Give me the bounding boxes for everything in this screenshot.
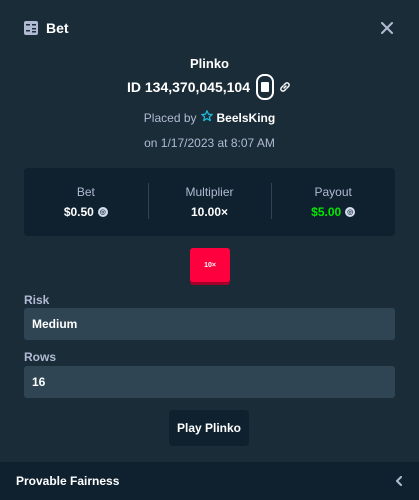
stat-multiplier-label: Multiplier [185, 185, 234, 199]
bet-id-row: ID 134,370,045,104 [0, 74, 419, 100]
risk-field: Medium [24, 308, 395, 340]
coin-icon: ◎ [345, 207, 356, 217]
result-multiplier-chip: 10× [190, 248, 230, 282]
coin-icon: ◎ [97, 207, 108, 217]
bet-slip-icon [24, 21, 38, 35]
game-name: Plinko [189, 56, 229, 71]
modal-header: Bet [0, 0, 419, 56]
bet-date: on 1/17/2023 at 8:07 AM [144, 136, 275, 150]
user-name-link[interactable]: BeelsKing [217, 111, 276, 125]
provable-fairness-label: Provable Fairness [16, 474, 120, 488]
stat-payout-value-group: $5.00 ◎ [271, 205, 395, 219]
stat-bet-value: $0.50 [63, 205, 94, 219]
stat-bet: Bet $0.50 ◎ [24, 185, 148, 219]
risk-label: Risk [24, 293, 50, 307]
stat-payout: Payout $5.00 ◎ [271, 183, 395, 219]
bet-id: ID 134,370,045,104 [127, 79, 250, 95]
stat-multiplier-value: 10.00× [190, 205, 229, 219]
chevron-left-icon[interactable] [395, 473, 403, 489]
rows-field: 16 [24, 366, 395, 398]
play-plinko-button[interactable]: Play Plinko [169, 410, 249, 446]
bet-stats-panel: Bet $0.50 ◎ Multiplier 10.00× Payout $5.… [24, 168, 395, 236]
stat-bet-value-group: $0.50 ◎ [24, 205, 148, 219]
stat-multiplier-value-group: 10.00× [148, 205, 272, 219]
stat-bet-label: Bet [76, 185, 95, 199]
placed-by-row: Placed by BeelsKing [0, 110, 419, 125]
link-icon[interactable] [278, 80, 292, 94]
modal-title: Bet [46, 20, 69, 36]
header-title-group: Bet [24, 20, 69, 36]
stat-multiplier: Multiplier 10.00× [147, 183, 272, 219]
rows-label: Rows [24, 350, 57, 364]
close-icon[interactable] [379, 20, 395, 36]
stat-payout-label: Payout [314, 185, 352, 199]
star-icon [200, 110, 213, 125]
stat-payout-value: $5.00 [311, 205, 342, 219]
placed-by-label: Placed by [143, 110, 197, 125]
copy-icon[interactable] [256, 74, 274, 100]
provable-fairness-bar[interactable]: Provable Fairness [0, 462, 419, 500]
